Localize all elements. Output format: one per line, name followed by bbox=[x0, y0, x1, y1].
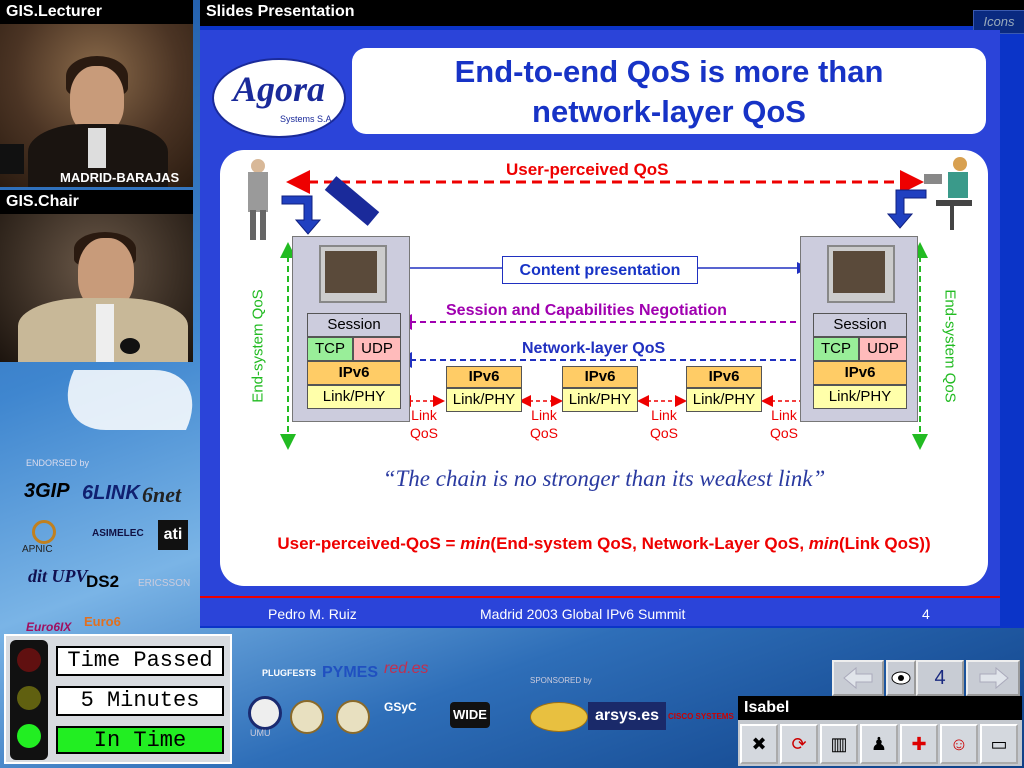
router-1: IPv6 Link/PHY bbox=[446, 366, 522, 414]
lecturer-video: MADRID-BARAJAS bbox=[0, 24, 193, 187]
logo-ericsson: ERICSSON bbox=[138, 578, 191, 589]
link-qos-label: Link QoS bbox=[409, 407, 438, 441]
logo-asimelec: ASIMELEC bbox=[92, 528, 144, 539]
chair-video bbox=[0, 214, 193, 362]
link-qos-label: Link QoS bbox=[769, 407, 798, 441]
tcp-layer: TCP bbox=[307, 337, 353, 361]
sponsor-logo-oval bbox=[530, 702, 588, 732]
router-linkphy: Link/PHY bbox=[686, 388, 762, 412]
red-light-icon bbox=[17, 648, 41, 672]
end-system-qos-right: End-system QoS bbox=[941, 289, 959, 403]
slide-title: End-to-end QoS is more than network-laye… bbox=[352, 48, 986, 134]
session-negotiation-label: Session and Capabilities Negotiation bbox=[442, 302, 731, 320]
logo-pymes: PYMES bbox=[322, 664, 379, 681]
slide: Agora Systems S.A. End-to-end QoS is mor… bbox=[200, 30, 1000, 626]
logo-euro6: Euro6 bbox=[84, 614, 121, 629]
session-layer: Session bbox=[307, 313, 401, 337]
end-system-qos-left: End-system QoS bbox=[249, 289, 267, 403]
router-ipv6: IPv6 bbox=[446, 366, 522, 388]
network-layer-qos-label: Network-layer QoS bbox=[518, 340, 670, 358]
traffic-light bbox=[10, 640, 48, 760]
lecturer-window-title: GIS.Lecturer bbox=[0, 0, 193, 24]
logo-umu: UMU bbox=[250, 728, 271, 738]
logo-6link: 6LINK bbox=[82, 482, 140, 504]
eye-icon[interactable] bbox=[886, 660, 916, 696]
next-slide-button[interactable] bbox=[966, 660, 1020, 696]
isabel-toolbar-title: Isabel bbox=[738, 696, 1022, 720]
logo-euro6ix: Euro6IX bbox=[26, 620, 72, 634]
background-swoosh bbox=[46, 370, 214, 430]
ipv6-layer: IPv6 bbox=[813, 361, 907, 385]
slide-title-line1: End-to-end QoS is more than bbox=[454, 54, 884, 89]
session-layer: Session bbox=[813, 313, 907, 337]
monitor-icon bbox=[319, 245, 387, 303]
end-system-right: Session TCP UDP IPv6 Link/PHY bbox=[800, 236, 918, 422]
logo-arsys: arsys.es bbox=[588, 702, 666, 730]
ipv6-layer: IPv6 bbox=[307, 361, 401, 385]
router-ipv6: IPv6 bbox=[686, 366, 762, 388]
logo-dit: dit UPV bbox=[28, 566, 88, 586]
agora-logo-sub: Systems S.A. bbox=[279, 114, 334, 124]
help-icon[interactable]: ✚ bbox=[900, 724, 938, 764]
logo-redes: red.es bbox=[384, 660, 429, 677]
slide-number-field[interactable]: 4 bbox=[916, 660, 964, 696]
tcp-layer: TCP bbox=[813, 337, 859, 361]
router-linkphy: Link/PHY bbox=[446, 388, 522, 412]
desktop-icon[interactable]: ▭ bbox=[980, 724, 1018, 764]
end-system-left: Session TCP UDP IPv6 Link/PHY bbox=[292, 236, 410, 422]
prev-slide-button[interactable] bbox=[832, 660, 884, 696]
quit-icon[interactable]: ✖ bbox=[740, 724, 778, 764]
footer-author: Pedro M. Ruiz bbox=[268, 606, 357, 622]
logo-plugfests: PLUGFESTS bbox=[262, 668, 317, 678]
footer-event: Madrid 2003 Global IPv6 Summit bbox=[480, 606, 686, 622]
slides-window-title: Slides Presentation bbox=[200, 0, 1024, 26]
link-qos-label: Link QoS bbox=[529, 407, 558, 441]
router-2: IPv6 Link/PHY bbox=[562, 366, 638, 414]
udp-layer: UDP bbox=[353, 337, 401, 361]
university-seal-icon bbox=[290, 700, 324, 734]
linkphy-layer: Link/PHY bbox=[307, 385, 401, 409]
timer-status: In Time bbox=[56, 726, 224, 754]
slide-title-line2: network-layer QoS bbox=[532, 94, 806, 129]
chair-window-title: GIS.Chair bbox=[0, 190, 193, 214]
meeting-icon[interactable]: ☺ bbox=[940, 724, 978, 764]
agora-logo-name: Agora bbox=[232, 69, 326, 109]
lecturer-caption: MADRID-BARAJAS bbox=[60, 170, 180, 185]
link-qos-label: Link QoS bbox=[649, 407, 678, 441]
university-seal-icon bbox=[336, 700, 370, 734]
time-passed-label: Time Passed bbox=[56, 646, 224, 676]
router-ipv6: IPv6 bbox=[562, 366, 638, 388]
linkphy-layer: Link/PHY bbox=[813, 385, 907, 409]
agora-logo: Agora Systems S.A. bbox=[212, 58, 346, 138]
logo-ati: ati bbox=[158, 520, 188, 550]
presenter-icon[interactable]: ♟ bbox=[860, 724, 898, 764]
green-light-icon bbox=[17, 724, 41, 748]
logo-cisco: CISCO SYSTEMS bbox=[668, 712, 734, 721]
weakest-link-quote: “The chain is no stronger than its weake… bbox=[382, 466, 826, 491]
apnic-icon bbox=[32, 520, 56, 544]
content-presentation-label: Content presentation bbox=[502, 256, 698, 284]
router-3: IPv6 Link/PHY bbox=[686, 366, 762, 414]
audio-levels-icon[interactable]: ▥ bbox=[820, 724, 858, 764]
qos-formula: User-perceived-QoS = min(End-system QoS,… bbox=[277, 534, 931, 553]
logo-gsyc: GSyC bbox=[384, 700, 417, 714]
yellow-light-icon bbox=[17, 686, 41, 710]
elapsed-minutes: 5 Minutes bbox=[56, 686, 224, 716]
sponsored-by-label: SPONSORED by bbox=[530, 676, 592, 685]
footer-divider bbox=[200, 596, 1000, 598]
user-perceived-qos-label: User-perceived QoS bbox=[502, 160, 673, 180]
router-linkphy: Link/PHY bbox=[562, 388, 638, 412]
logo-apnic: APNIC bbox=[22, 544, 53, 555]
logo-ds2: DS2 bbox=[86, 572, 120, 591]
udp-layer: UDP bbox=[859, 337, 907, 361]
endorsed-by-label: ENDORSED by bbox=[26, 458, 90, 468]
monitor-icon bbox=[827, 245, 895, 303]
diagram-area: User-perceived QoS Content presentation … bbox=[220, 150, 988, 586]
logo-6net: 6net bbox=[142, 482, 182, 507]
logo-3gip: 3GIP bbox=[24, 480, 70, 502]
footer-page-number: 4 bbox=[922, 606, 930, 622]
logo-umu-seal bbox=[248, 696, 282, 730]
logo-wide: WIDE bbox=[450, 702, 490, 728]
sync-icon[interactable]: ⟳ bbox=[780, 724, 818, 764]
